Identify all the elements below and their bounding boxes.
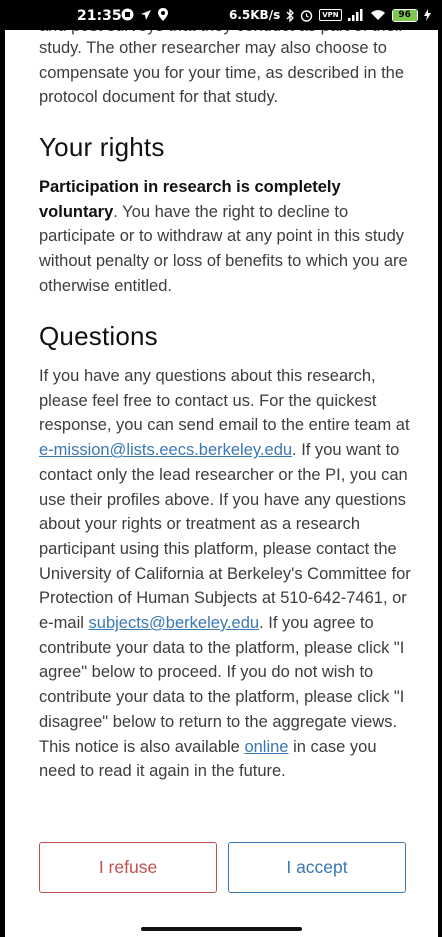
accept-button[interactable]: I accept <box>228 842 406 893</box>
status-time: 21:35 <box>77 8 122 24</box>
your-rights-heading: Your rights <box>39 132 165 162</box>
status-bar: 21:35 6.5KB/s VPN 96 <box>0 0 442 30</box>
location-pin-icon <box>158 8 168 21</box>
alarm-icon <box>301 9 313 22</box>
wifi-icon <box>370 10 385 20</box>
battery-indicator: 96 <box>391 8 418 22</box>
vpn-badge: VPN <box>319 9 342 21</box>
network-speed: 6.5KB/s <box>229 8 281 22</box>
team-email-link[interactable]: e-mission@lists.eecs.berkeley.edu <box>39 441 292 459</box>
questions-text-2: . If you want to contact only the lead r… <box>39 441 411 633</box>
questions-heading: Questions <box>39 321 158 351</box>
charging-icon <box>423 9 431 21</box>
status-right-icons: 6.5KB/s VPN 96 <box>229 8 431 22</box>
bluetooth-icon <box>286 8 295 22</box>
notification-icon <box>121 8 134 21</box>
battery-level: 96 <box>392 9 417 21</box>
refuse-button[interactable]: I refuse <box>39 842 217 893</box>
cell-signal-icon <box>347 9 363 21</box>
your-rights-paragraph: Participation in research is completely … <box>39 175 411 299</box>
screen-frame-left <box>0 0 5 937</box>
status-left-icons <box>121 8 168 21</box>
questions-text-3: . If you agree to contribute your data t… <box>39 614 405 756</box>
online-notice-link[interactable]: online <box>244 738 288 756</box>
screen-frame-right <box>438 0 442 937</box>
home-indicator[interactable] <box>141 927 302 931</box>
subjects-email-link[interactable]: subjects@berkeley.edu <box>89 614 260 632</box>
questions-text-1: If you have any questions about this res… <box>39 367 410 435</box>
navigation-arrow-icon <box>141 9 151 20</box>
intro-paragraph: study. The other researcher may also cho… <box>39 39 405 107</box>
questions-paragraph: If you have any questions about this res… <box>39 364 411 784</box>
